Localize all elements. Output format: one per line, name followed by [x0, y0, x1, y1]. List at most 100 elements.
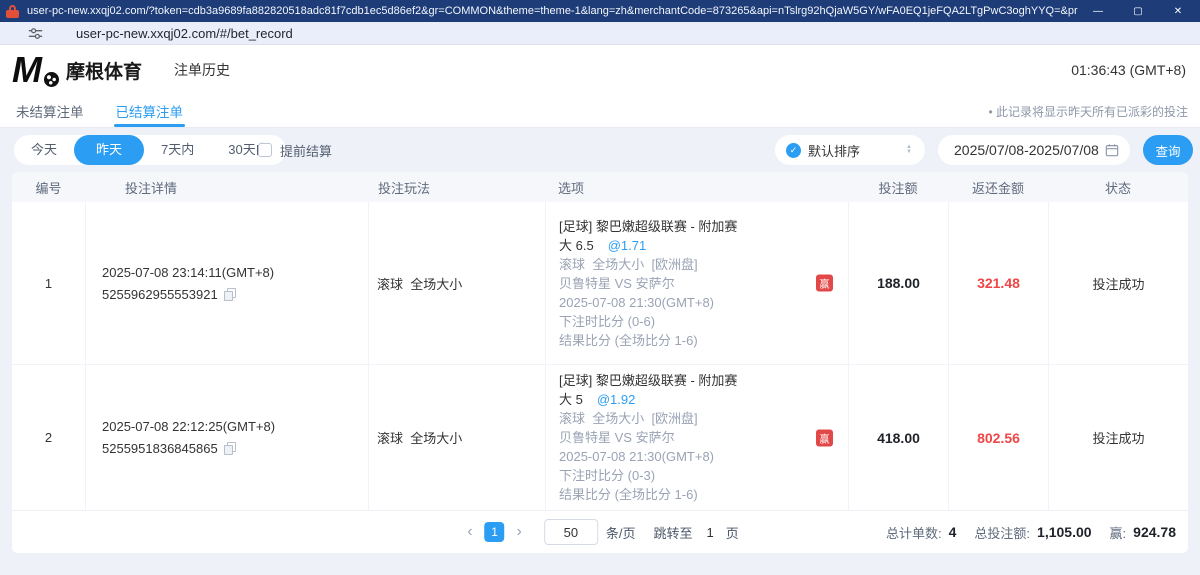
match-teams: 贝鲁特星 VS 安萨尔 [559, 274, 848, 293]
summary-totals: 总计单数: 4 总投注额: 1,105.00 赢: 924.78 [886, 511, 1176, 553]
payout-amount: 321.48 [948, 202, 1048, 364]
minimize-button[interactable]: — [1078, 0, 1118, 22]
tab-settled[interactable]: 已结算注单 [114, 95, 186, 127]
bet-record-table: 编号 投注详情 投注玩法 选项 投注额 返还金额 状态 1 2025-07-08… [12, 172, 1188, 553]
server-clock: 01:36:43 (GMT+8) [1071, 62, 1186, 78]
col-header-detail: 投注详情 [85, 178, 368, 197]
early-settle-option: 提前结算 [258, 135, 332, 165]
brand-name: 摩根体育 [66, 57, 142, 84]
bet-time: 2025-07-08 23:14:11(GMT+8) [102, 265, 368, 280]
per-page-label: 条/页 [606, 523, 636, 542]
range-yesterday[interactable]: 昨天 [74, 135, 144, 165]
league-name: [足球] 黎巴嫩超级联赛 - 附加赛 [559, 371, 848, 390]
total-win-value: 924.78 [1133, 524, 1176, 540]
date-range-value: 2025/07/08-2025/07/08 [954, 142, 1099, 158]
total-win-label: 赢: [1110, 523, 1127, 542]
browser-titlebar: user-pc-new.xxqj02.com/?token=cdb3a9689f… [0, 0, 1200, 22]
early-settle-label[interactable]: 提前结算 [280, 141, 332, 160]
pick-line: 大 6.5@1.71 [559, 236, 848, 255]
league-name: [足球] 黎巴嫩超级联赛 - 附加赛 [559, 217, 848, 236]
result-score: 结果比分 (全场比分 1-6) [559, 485, 848, 504]
sort-caret-icon: ▲▼ [906, 145, 912, 155]
date-range-group: 今天 昨天 7天内 30天内 [14, 135, 286, 165]
pagination: ‹ 1 › 条/页 跳转至 1 页 [461, 511, 739, 553]
match-time: 2025-07-08 21:30(GMT+8) [559, 447, 848, 466]
status-text: 投注成功 [1048, 202, 1188, 364]
check-circle-icon: ✓ [786, 143, 801, 158]
maximize-button[interactable]: ▢ [1118, 0, 1158, 22]
sort-select[interactable]: ✓ 默认排序 ▲▼ [775, 135, 925, 165]
brand-logo-icon: M [12, 49, 60, 91]
tab-band: 未结算注单 已结算注单 • 此记录将显示昨天所有已派彩的投注 [0, 95, 1200, 128]
bet-detail-cell: 2025-07-08 23:14:11(GMT+8) 5255962955553… [85, 202, 368, 364]
current-page-button[interactable]: 1 [485, 522, 505, 542]
payout-amount: 802.56 [948, 365, 1048, 510]
tab-unsettled[interactable]: 未结算注单 [14, 95, 86, 127]
query-button[interactable]: 查询 [1143, 135, 1193, 165]
status-text: 投注成功 [1048, 365, 1188, 510]
win-badge-icon: 赢 [816, 275, 833, 292]
window-title: user-pc-new.xxqj02.com/?token=cdb3a9689f… [27, 5, 1078, 17]
market-line: 滚球 全场大小 [欧洲盘] [559, 255, 848, 274]
copy-icon[interactable] [224, 288, 236, 301]
calendar-icon [1105, 143, 1119, 157]
site-lock-icon [6, 5, 19, 18]
win-badge-icon: 赢 [816, 429, 833, 446]
stake-amount: 418.00 [848, 365, 948, 510]
date-range-input[interactable]: 2025/07/08-2025/07/08 [938, 135, 1130, 165]
col-header-stake: 投注额 [848, 178, 948, 197]
bet-detail-cell: 2025-07-08 22:12:25(GMT+8) 5255951836845… [85, 365, 368, 510]
prev-page-icon[interactable]: ‹ [461, 523, 478, 541]
row-number: 2 [12, 365, 85, 510]
stake-amount: 188.00 [848, 202, 948, 364]
match-teams: 贝鲁特星 VS 安萨尔 [559, 428, 848, 447]
odds-value: @1.92 [597, 392, 636, 407]
table-header-row: 编号 投注详情 投注玩法 选项 投注额 返还金额 状态 [12, 172, 1188, 202]
record-note: • 此记录将显示昨天所有已派彩的投注 [988, 103, 1188, 120]
total-stake-label: 总投注额: [974, 523, 1030, 542]
browser-addressbar[interactable]: user-pc-new.xxqj02.com/#/bet_record [0, 22, 1200, 45]
bet-play-cell: 滚球 全场大小 [368, 202, 545, 364]
filter-row: 今天 昨天 7天内 30天内 提前结算 ✓ 默认排序 ▲▼ 2025/07/08… [0, 135, 1200, 165]
url-text[interactable]: user-pc-new.xxqj02.com/#/bet_record [76, 26, 293, 41]
range-today[interactable]: 今天 [14, 135, 74, 165]
site-settings-icon[interactable] [28, 26, 43, 41]
col-header-status: 状态 [1048, 178, 1188, 197]
close-button[interactable]: ✕ [1158, 0, 1198, 22]
row-number: 1 [12, 202, 85, 364]
early-settle-checkbox[interactable] [258, 143, 272, 157]
table-footer: ‹ 1 › 条/页 跳转至 1 页 总计单数: 4 总投注额: 1,105.00… [12, 510, 1188, 553]
page-unit-label: 页 [726, 523, 739, 542]
table-row: 2 2025-07-08 22:12:25(GMT+8) 52559518368… [12, 365, 1188, 510]
col-header-no: 编号 [12, 178, 85, 197]
page-title: 注单历史 [174, 60, 230, 80]
jump-page-input[interactable]: 1 [707, 525, 714, 540]
score-at-bet: 下注时比分 (0-3) [559, 466, 848, 485]
bet-selection-cell: [足球] 黎巴嫩超级联赛 - 附加赛 大 5@1.92 滚球 全场大小 [欧洲盘… [545, 365, 848, 510]
total-count-value: 4 [949, 524, 957, 540]
col-header-payout: 返还金额 [948, 178, 1048, 197]
bet-time: 2025-07-08 22:12:25(GMT+8) [102, 419, 368, 434]
bet-id: 5255962955553921 [102, 287, 218, 302]
match-time: 2025-07-08 21:30(GMT+8) [559, 293, 848, 312]
bet-selection-cell: [足球] 黎巴嫩超级联赛 - 附加赛 大 6.5@1.71 滚球 全场大小 [欧… [545, 202, 848, 364]
soccer-ball-icon [43, 71, 60, 88]
table-row: 1 2025-07-08 23:14:11(GMT+8) 52559629555… [12, 202, 1188, 365]
jump-to-label: 跳转至 [654, 523, 693, 542]
app-header: M 摩根体育 注单历史 01:36:43 (GMT+8) [0, 45, 1200, 95]
bet-play-cell: 滚球 全场大小 [368, 365, 545, 510]
score-at-bet: 下注时比分 (0-6) [559, 312, 848, 331]
range-7days[interactable]: 7天内 [144, 135, 211, 165]
result-score: 结果比分 (全场比分 1-6) [559, 331, 848, 350]
page-size-input[interactable] [544, 519, 598, 545]
next-page-icon[interactable]: › [511, 523, 528, 541]
odds-value: @1.71 [608, 238, 647, 253]
pick-line: 大 5@1.92 [559, 390, 848, 409]
total-count-label: 总计单数: [886, 523, 942, 542]
total-stake-value: 1,105.00 [1037, 524, 1092, 540]
bet-id: 5255951836845865 [102, 441, 218, 456]
market-line: 滚球 全场大小 [欧洲盘] [559, 409, 848, 428]
copy-icon[interactable] [224, 442, 236, 455]
sort-selected-value: 默认排序 [808, 141, 860, 160]
col-header-play: 投注玩法 [368, 178, 545, 197]
